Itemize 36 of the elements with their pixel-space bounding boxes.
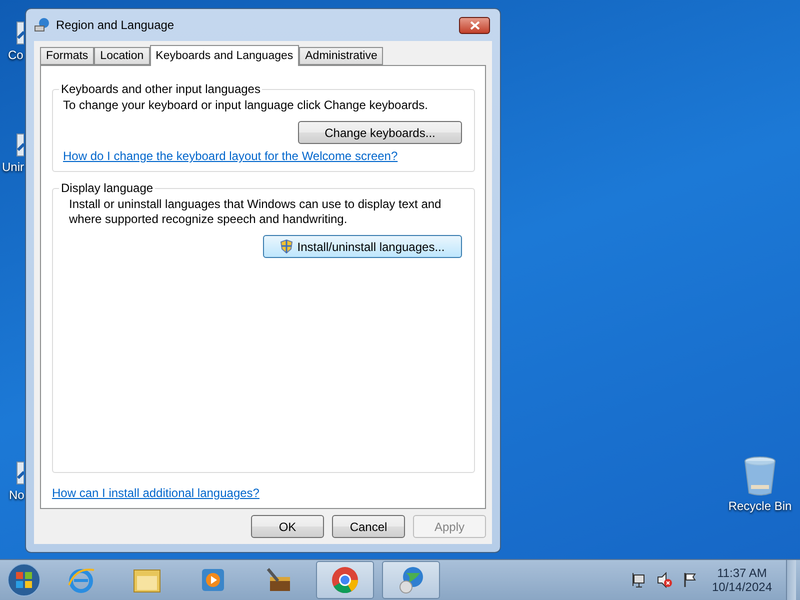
help-link[interactable]: How can I install additional languages? bbox=[52, 486, 260, 500]
windows-logo-icon bbox=[7, 563, 41, 597]
taskbar-button[interactable] bbox=[382, 561, 440, 599]
tab[interactable]: Formats bbox=[40, 47, 94, 65]
flag-icon[interactable] bbox=[682, 572, 698, 588]
description-text: Install or uninstall languages that Windows can use to display text and where supported recognize speech and handwriting. bbox=[68, 197, 442, 227]
desktop-icon-label[interactable]: Co bbox=[8, 48, 24, 62]
taskbar-button[interactable] bbox=[316, 561, 374, 599]
media-player-icon bbox=[200, 567, 226, 593]
speaker-muted-icon[interactable] bbox=[656, 572, 674, 588]
close-button[interactable] bbox=[459, 16, 490, 34]
close-icon bbox=[470, 20, 480, 30]
window-title: Region and Language bbox=[56, 18, 176, 32]
dialog-button[interactable]: OK bbox=[251, 515, 324, 538]
tab[interactable]: Administrative bbox=[299, 47, 384, 65]
shortcut-icon[interactable] bbox=[16, 460, 24, 486]
clock[interactable]: 11:37 AM 10/14/2024 bbox=[706, 566, 778, 594]
tab[interactable]: Keyboards and Languages bbox=[150, 45, 300, 66]
dialog-button[interactable]: Cancel bbox=[332, 515, 405, 538]
chrome-icon bbox=[330, 565, 360, 595]
shortcut-icon[interactable] bbox=[16, 132, 24, 158]
show-desktop-button[interactable] bbox=[786, 560, 796, 600]
globe-keyboard-icon bbox=[34, 17, 50, 33]
desktop-icon-label[interactable]: Unir bbox=[2, 160, 24, 174]
desktop-icon-label[interactable]: Recycle Bin bbox=[728, 499, 792, 513]
shield-icon bbox=[280, 239, 294, 254]
description-text: To change your keyboard or input language click Change keyboards. bbox=[63, 98, 429, 113]
tab[interactable]: Location bbox=[94, 47, 150, 65]
group-title: Keyboards and other input languages bbox=[60, 82, 262, 96]
change-keyboards-button[interactable]: Change keyboards... bbox=[298, 121, 462, 144]
help-link[interactable]: How do I change the keyboard layout for the Welcome screen? bbox=[63, 149, 398, 163]
recycle-bin-icon[interactable] bbox=[742, 455, 778, 497]
desktop-icon-label[interactable]: No bbox=[9, 488, 24, 502]
install-languages-button[interactable]: Install/uninstall languages... bbox=[263, 235, 462, 258]
shortcut-icon[interactable] bbox=[16, 20, 24, 46]
group-title: Display language bbox=[60, 181, 154, 195]
